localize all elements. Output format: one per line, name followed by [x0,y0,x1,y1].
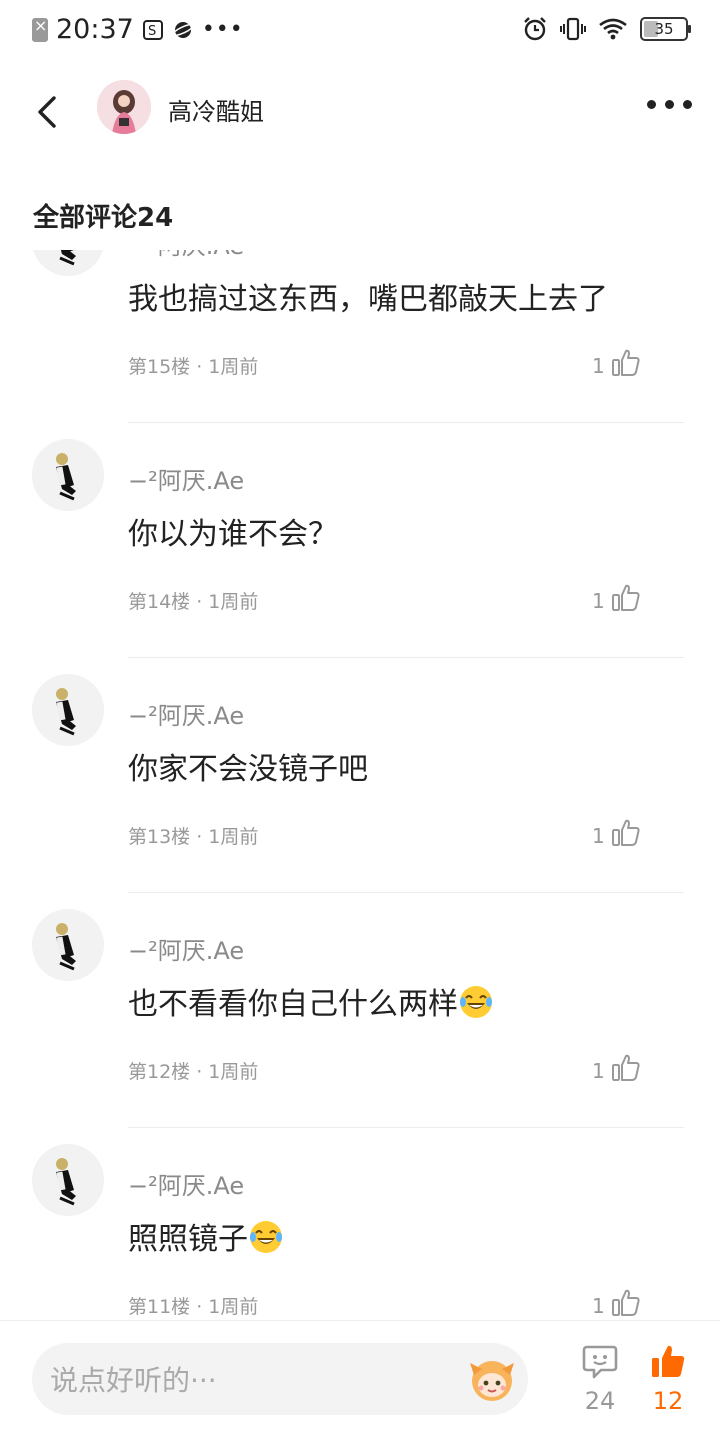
like-count-button[interactable]: 12 [638,1343,698,1415]
status-time: 20:37 [56,14,134,45]
thumbs-up-icon [611,818,641,853]
comment-bubble-icon [581,1343,619,1381]
comment-count: 24 [570,1387,630,1415]
comment-like-button[interactable]: 1 [592,1053,641,1088]
top-nav-bar: 高冷酷姐 [0,64,720,154]
comment-like-button[interactable]: 1 [592,818,641,853]
commenter-name[interactable]: −²阿厌.Ae [128,1166,244,1201]
comment-like-count: 1 [592,589,605,613]
author-name[interactable]: 高冷酷姐 [168,92,264,127]
vibrate-icon [560,16,586,42]
comment-text-content: 也不看看你自己什么两样 [128,987,458,1022]
comment-item[interactable]: −²阿厌.Ae 你以为谁不会？ 第14楼 · 1周前 1 [0,423,720,658]
commenter-name[interactable]: −²阿厌.Ae [128,696,244,731]
comment-like-count: 1 [592,1059,605,1083]
more-options-icon[interactable] [647,100,692,109]
section-title: 全部评论24 [33,197,173,234]
comment-floor-time: 第12楼 · 1周前 [128,1057,258,1084]
comment-list[interactable]: −²阿厌.Ae我也搞过这东西，嘴巴都敲天上去了第15楼 · 1周前1−²阿厌.A… [0,250,720,1320]
commenter-avatar[interactable] [32,1144,104,1216]
no-sim-icon [32,18,48,42]
commenter-avatar[interactable] [32,439,104,511]
wifi-icon [598,17,628,41]
comment-item[interactable]: −²阿厌.Ae 也不看看你自己什么两样第12楼 · 1周前 1 [0,893,720,1128]
comment-text-content: 我也搞过这东西，嘴巴都敲天上去了 [128,282,608,317]
sticker-icon[interactable] [464,1353,520,1405]
status-bar: 20:37 S ••• 35 [0,0,720,64]
comment-floor-time: 第15楼 · 1周前 [128,352,258,379]
battery-level: 35 [654,20,673,38]
tears-of-joy-emoji [248,1222,284,1257]
thumbs-up-filled-icon [649,1343,687,1381]
comment-like-button[interactable]: 1 [592,583,641,618]
comment-item[interactable]: −²阿厌.Ae 你家不会没镜子吧第13楼 · 1周前 1 [0,658,720,893]
comment-input[interactable] [48,1343,452,1417]
tears-of-joy-emoji [458,987,494,1022]
comment-text: 也不看看你自己什么两样 [128,979,494,1023]
commenter-name[interactable]: −²阿厌.Ae [128,931,244,966]
comment-text: 我也搞过这东西，嘴巴都敲天上去了 [128,274,608,318]
comment-floor-time: 第14楼 · 1周前 [128,587,258,614]
thumbs-up-icon [611,1053,641,1088]
comment-text: 照照镜子 [128,1214,284,1258]
thumbs-up-icon [611,583,641,618]
commenter-avatar[interactable] [32,909,104,981]
bottom-action-bar: 24 12 [0,1320,720,1437]
comment-floor-time: 第13楼 · 1周前 [128,822,258,849]
comment-like-button[interactable]: 1 [592,1288,641,1320]
commenter-avatar[interactable] [32,250,104,276]
commenter-name[interactable]: −²阿厌.Ae [128,461,244,496]
comment-like-count: 1 [592,1294,605,1318]
thumbs-up-icon [611,1288,641,1320]
screenshot-icon: S [142,19,164,41]
commenter-avatar[interactable] [32,674,104,746]
comment-count-button[interactable]: 24 [570,1343,630,1415]
svg-text:S: S [148,24,156,39]
battery-icon: 35 [640,17,688,41]
like-count: 12 [638,1387,698,1415]
author-avatar[interactable] [97,80,151,134]
comment-floor-time: 第11楼 · 1周前 [128,1292,258,1319]
alarm-icon [522,16,548,42]
thumbs-up-icon [611,348,641,383]
commenter-name[interactable]: −²阿厌.Ae [128,250,244,261]
back-arrow-icon[interactable] [28,92,68,132]
comment-like-count: 1 [592,824,605,848]
comment-text-content: 照照镜子 [128,1222,248,1257]
comment-item[interactable]: −²阿厌.Ae 照照镜子第11楼 · 1周前 1 [0,1128,720,1320]
more-notifications-icon: ••• [202,17,244,42]
comment-text: 你以为谁不会？ [128,509,338,553]
comment-like-button[interactable]: 1 [592,348,641,383]
comment-like-count: 1 [592,354,605,378]
planet-icon [172,19,194,41]
comment-text-content: 你家不会没镜子吧 [128,752,368,787]
comment-input-box[interactable] [32,1343,528,1415]
comment-text-content: 你以为谁不会？ [128,517,338,552]
comment-item[interactable]: −²阿厌.Ae 我也搞过这东西，嘴巴都敲天上去了第15楼 · 1周前 1 [0,250,720,423]
comment-text: 你家不会没镜子吧 [128,744,368,788]
